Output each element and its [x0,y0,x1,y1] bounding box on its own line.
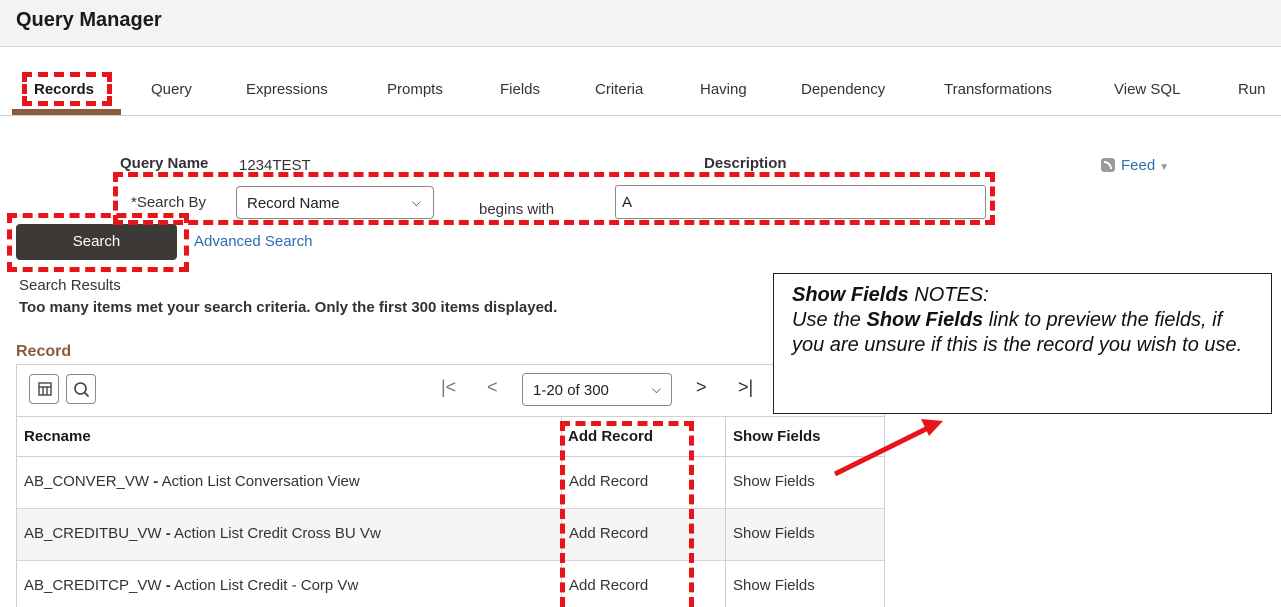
recname-value: AB_CREDITBU_VW [24,525,162,542]
page-range-select[interactable]: 1-20 of 300 ⌵ [522,373,672,406]
tab-transformations[interactable]: Transformations [944,81,1052,98]
tab-run[interactable]: Run [1238,81,1266,98]
tab-view-sql[interactable]: View SQL [1114,81,1180,98]
recname-cell: AB_CREDITBU_VW - Action List Credit Cros… [24,525,381,542]
grid-toolbar: |< < 1-20 of 300 ⌵ > >| [17,365,884,417]
rss-feed-icon [1101,158,1115,172]
next-page-icon[interactable]: > [696,377,707,398]
show-fields-note: Show Fields NOTES: Use the Show Fields l… [773,273,1272,414]
records-grid: |< < 1-20 of 300 ⌵ > >| Recname Add Reco… [16,364,885,607]
table-row: AB_CREDITCP_VW - Action List Credit - Co… [17,561,884,607]
recname-value: AB_CONVER_VW [24,473,150,490]
column-divider [725,417,726,607]
chevron-down-icon: ▼ [1159,162,1170,173]
note-body-pre: Use the [792,309,867,331]
highlight-search-button [7,213,189,272]
query-name-label: Query Name [120,155,209,172]
table-row: AB_CONVER_VW - Action List Conversation … [17,457,884,509]
title-bar: Query Manager [0,0,1281,47]
show-fields-link[interactable]: Show Fields [733,473,815,490]
grid-personalize-icon [38,382,52,396]
tab-having[interactable]: Having [700,81,747,98]
recname-value: AB_CREDITCP_VW [24,577,162,594]
record-description: Action List Credit - Corp Vw [174,577,359,594]
feed-label: Feed [1121,157,1156,174]
page-title: Query Manager [16,9,162,31]
tab-expressions[interactable]: Expressions [246,81,328,98]
highlight-add-record-column [560,421,694,607]
highlight-records-tab [22,72,112,106]
advanced-search-link[interactable]: Advanced Search [194,233,312,250]
last-page-icon[interactable]: >| [738,377,753,398]
tab-dependency[interactable]: Dependency [801,81,885,98]
tab-criteria[interactable]: Criteria [595,81,643,98]
find-in-grid-button[interactable] [66,374,96,404]
note-title-rest: NOTES: [908,284,989,306]
note-body: Use the Show Fields link to preview the … [792,308,1253,358]
tab-query[interactable]: Query [151,81,192,98]
active-tab-indicator [12,109,121,115]
first-page-icon[interactable]: |< [441,377,456,398]
note-title: Show Fields NOTES: [792,283,1253,308]
results-message: Too many items met your search criteria.… [19,299,558,316]
tab-fields[interactable]: Fields [500,81,540,98]
tab-prompts[interactable]: Prompts [387,81,443,98]
search-icon [74,382,90,398]
grid-header: Recname Add Record Show Fields [17,417,884,457]
page-range-value: 1-20 of 300 [533,382,609,399]
column-recname: Recname [24,428,91,445]
feed-link[interactable]: Feed ▼ [1101,157,1169,174]
record-description: Action List Conversation View [161,473,360,490]
note-body-bold: Show Fields [866,309,984,331]
previous-page-icon[interactable]: < [487,377,498,398]
note-title-bold: Show Fields [792,284,909,306]
highlight-search-criteria [113,172,995,225]
show-fields-link[interactable]: Show Fields [733,525,815,542]
chevron-down-icon: ⌵ [651,382,661,396]
table-row: AB_CREDITBU_VW - Action List Credit Cros… [17,509,884,561]
recname-cell: AB_CONVER_VW - Action List Conversation … [24,473,360,490]
show-fields-link[interactable]: Show Fields [733,577,815,594]
search-results-heading: Search Results [19,277,121,294]
column-show-fields: Show Fields [733,428,821,445]
grid-title: Record [16,343,72,360]
recname-cell: AB_CREDITCP_VW - Action List Credit - Co… [24,577,359,594]
personalize-grid-button[interactable] [29,374,59,404]
description-label: Description [704,155,787,172]
record-description: Action List Credit Cross BU Vw [174,525,381,542]
tab-bar: Records Query Expressions Prompts Fields… [0,70,1281,116]
